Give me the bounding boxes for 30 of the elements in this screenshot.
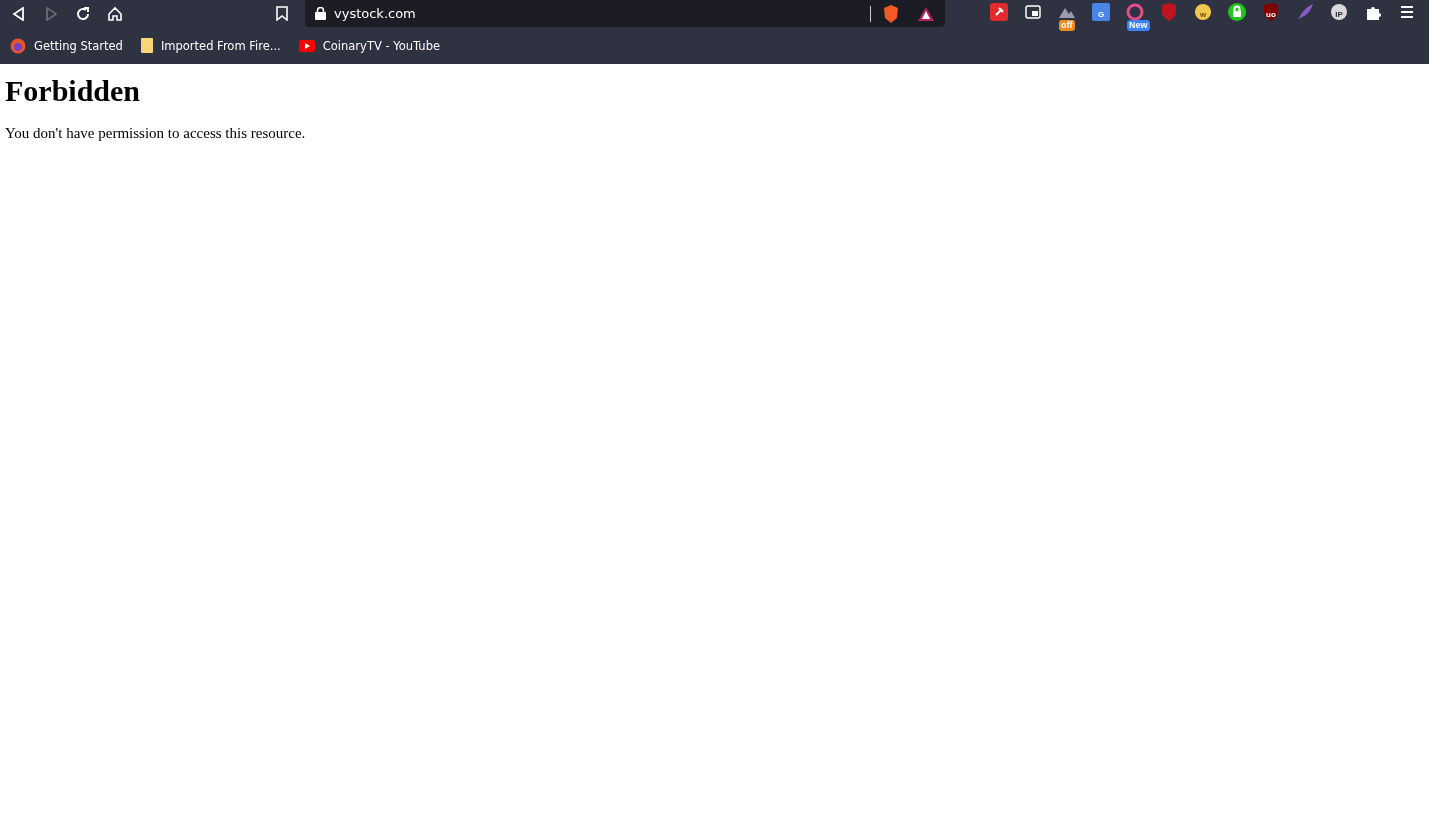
error-message: You don't have permission to access this resource.: [5, 125, 307, 142]
triangle-icon: [917, 5, 935, 22]
icon-label: uo: [1266, 9, 1276, 19]
extension-badge: off: [1059, 19, 1075, 31]
lion-shield-icon: [883, 4, 899, 23]
extension-button[interactable]: IP: [1327, 0, 1351, 31]
bookmark-link[interactable]: Getting Started: [10, 37, 123, 54]
extension-button[interactable]: New: [1123, 0, 1147, 31]
extension-button[interactable]: uo: [1259, 0, 1283, 31]
icon-label: G: [1097, 9, 1105, 19]
url-text: vystock.com: [334, 6, 417, 21]
home-icon: [107, 5, 123, 22]
reload-icon: [75, 5, 91, 22]
bookmark-icon: [276, 6, 288, 21]
icon-label: IP: [1335, 9, 1343, 19]
youtube-icon: [298, 39, 315, 52]
firefox-icon: [10, 37, 26, 54]
address-bar[interactable]: vystock.com: [305, 0, 945, 27]
bookmark-label: CoinaryTV - YouTube: [322, 38, 440, 53]
folder-icon: [140, 38, 153, 53]
icon-label: w: [1199, 9, 1207, 19]
back-icon: [12, 6, 26, 21]
bookmark-link[interactable]: CoinaryTV - YouTube: [298, 38, 440, 53]
extension-button[interactable]: G: [1089, 0, 1113, 31]
extension-badge: New: [1127, 19, 1150, 31]
lock-icon: [315, 7, 326, 20]
extension-button[interactable]: w: [1191, 0, 1215, 31]
forward-icon: [44, 6, 58, 21]
bookmark-label: Getting Started: [34, 38, 123, 53]
page-heading: Forbidden: [5, 74, 142, 108]
